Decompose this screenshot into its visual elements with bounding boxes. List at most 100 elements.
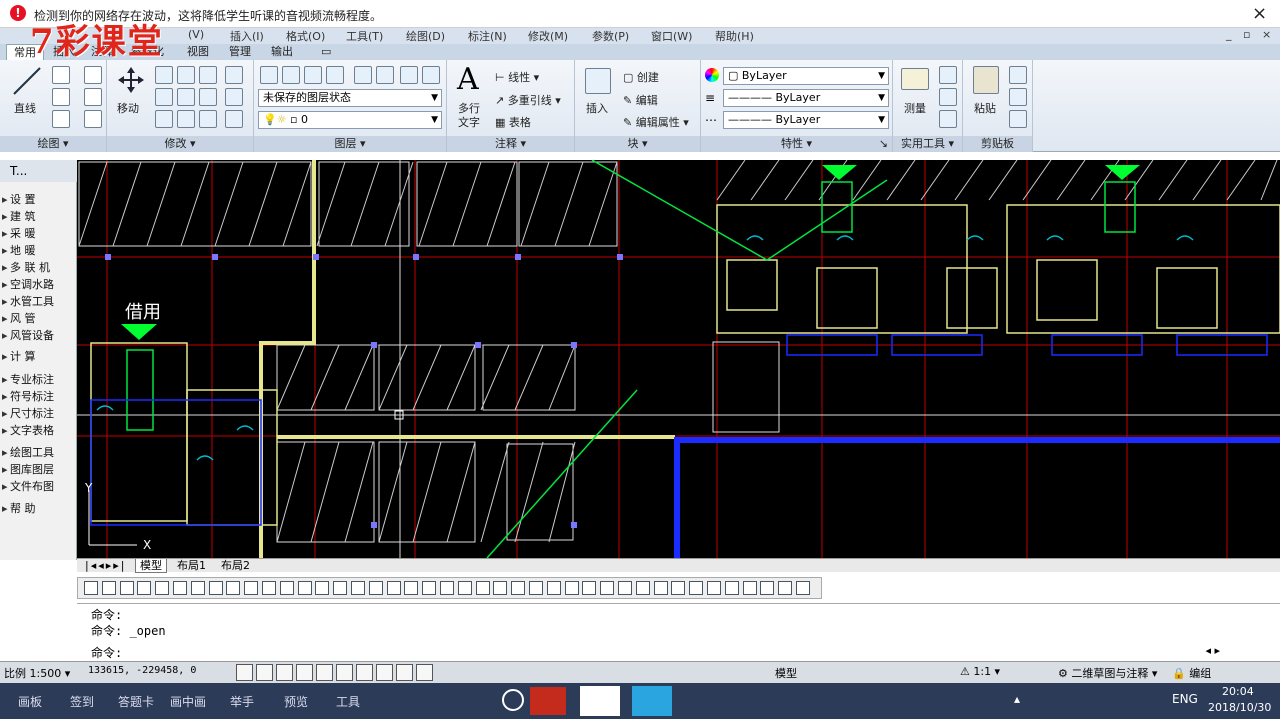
scale-icon[interactable] [177,110,195,128]
palette-item-file-layout[interactable]: 文件布图 [0,478,77,495]
calculator-icon[interactable] [939,110,957,128]
layer-state-icon[interactable] [282,66,300,84]
toolbar-tool-icon[interactable] [422,581,437,595]
lwt-toggle[interactable] [396,664,413,681]
layer-properties-icon[interactable] [260,66,278,84]
tab-manage[interactable]: 管理 [222,44,258,60]
trim-icon[interactable] [199,66,217,84]
input-language[interactable]: ENG [1172,692,1198,706]
model-space-button[interactable]: 模型 [775,665,797,681]
line-tool-icon[interactable] [12,66,42,96]
lineweight-dropdown[interactable]: ———— ByLayer ▼ [723,111,889,129]
menu-parametric[interactable]: 参数(P) [592,28,629,44]
paste-icon[interactable] [973,66,999,94]
palette-item-help[interactable]: 帮 助 [0,500,77,517]
toolbar-tool-icon[interactable] [618,581,632,595]
copy-clip-icon[interactable] [1009,88,1027,106]
dyn-toggle[interactable] [376,664,393,681]
palette-item-ac-water[interactable]: 空调水路 [0,276,77,293]
palette-item-architecture[interactable]: 建 筑 [0,208,77,225]
palette-header[interactable]: T... [0,160,77,182]
toolbar-tool-icon[interactable] [796,581,810,595]
menu-dimension[interactable]: 标注(N) [468,28,507,44]
insert-block-icon[interactable] [585,68,611,94]
toolbar-tool-icon[interactable] [707,581,721,595]
palette-item-heating[interactable]: 采 暖 [0,225,77,242]
toolbar-tool-icon[interactable] [297,581,312,595]
qp-toggle[interactable] [416,664,433,681]
menu-insert[interactable]: 插入(I) [230,28,264,44]
palette-item-pipe-tools[interactable]: 水管工具 [0,293,77,310]
cut-icon[interactable] [1009,66,1027,84]
menu-modify[interactable]: 修改(M) [528,28,568,44]
palette-item-settings[interactable]: 设 置 [0,191,77,208]
layer-off-icon[interactable] [422,66,440,84]
table-button[interactable]: ▦ 表格 [495,114,531,130]
command-scroll-arrows[interactable]: ◂ ▸ [1205,644,1220,657]
scale-dropdown[interactable]: 比例 1:500 ▾ [4,665,70,681]
tab-model[interactable]: 模型 [135,559,167,573]
hatch-icon[interactable] [84,110,102,128]
taskbar-tools[interactable]: 工具 [336,693,360,710]
menu-tools[interactable]: 工具(T) [346,28,383,44]
copy-icon[interactable] [155,66,173,84]
fillet-icon[interactable] [177,88,195,106]
toolbar-tool-icon[interactable] [351,581,365,595]
properties-panel-title[interactable]: 特性 ▾ ↘ [701,136,892,152]
taskbar-raise-hand[interactable]: 举手 [230,693,254,710]
toolbar-tool-icon[interactable] [760,581,775,595]
palette-item-duct[interactable]: 风 管 [0,310,77,327]
tab-minimize-icon[interactable]: ▭ [314,44,338,60]
draw-panel-title[interactable]: 绘图 ▾ [0,136,106,152]
block-panel-title[interactable]: 块 ▾ [575,136,700,152]
layer-state-dropdown[interactable]: 未保存的图层状态 ▼ [258,89,442,107]
drawing-canvas[interactable]: 借用 Y X [77,160,1280,558]
match-properties-icon[interactable] [1009,110,1027,128]
explode-icon[interactable] [225,88,243,106]
toolbar-tool-icon[interactable] [119,581,134,595]
toolbar-tool-icon[interactable] [724,581,739,595]
palette-item-size-dim[interactable]: 尺寸标注 [0,405,77,422]
toolbar-tool-icon[interactable] [262,581,276,595]
utilities-panel-title[interactable]: 实用工具 ▾ [893,136,962,152]
tab-layout2[interactable]: 布局2 [217,559,254,573]
linetype-dropdown[interactable]: ———— ByLayer ▼ [723,89,889,107]
toolbar-tool-icon[interactable] [564,581,579,595]
rectangle-icon[interactable] [84,88,102,106]
toolbar-tool-icon[interactable] [635,581,650,595]
workspace-dropdown[interactable]: ⚙ 二维草图与注释 ▾ [1058,665,1157,681]
wps-app-icon[interactable] [580,686,620,716]
toolbar-tool-icon[interactable] [671,581,686,595]
toolbar-tool-icon[interactable] [778,581,793,595]
mtext-label-2[interactable]: 文字 [458,114,480,130]
toolbar-tool-icon[interactable] [155,581,170,595]
join-icon[interactable] [225,110,243,128]
layer-unisolate-icon[interactable] [376,66,394,84]
ellipse-icon[interactable] [52,110,70,128]
group-toggle[interactable]: 🔒 编组 [1172,665,1211,681]
toolbar-tool-icon[interactable] [689,581,704,595]
toolbar-tool-icon[interactable] [101,581,116,595]
window-controls[interactable]: _ ▫ × [1226,28,1275,41]
toolbar-tool-icon[interactable] [279,581,294,595]
modify-panel-title[interactable]: 修改 ▾ [107,136,253,152]
ortho-toggle[interactable] [276,664,293,681]
edit-attribute-button[interactable]: ✎ 编辑属性 ▾ [623,114,689,130]
toolbar-tool-icon[interactable] [386,581,401,595]
erase-icon[interactable] [225,66,243,84]
autocad-app-icon[interactable] [530,687,566,715]
palette-item-pro-dim[interactable]: 专业标注 [0,371,77,388]
toolbar-tool-icon[interactable] [440,581,454,595]
toolbar-tool-icon[interactable] [315,581,330,595]
palette-item-calculate[interactable]: 计 算 [0,348,77,365]
palette-item-duct-equipment[interactable]: 风管设备 [0,327,77,344]
arc-icon[interactable] [84,66,102,84]
menu-format[interactable]: 格式(O) [286,28,325,44]
video-app-icon[interactable] [632,686,672,716]
toolbar-tool-icon[interactable] [742,581,757,595]
layers-panel-title[interactable]: 图层 ▾ [254,136,446,152]
grid-toggle[interactable] [256,664,273,681]
close-icon[interactable]: × [1252,3,1267,24]
edit-block-button[interactable]: ✎ 编辑 [623,92,658,108]
toolbar-tool-icon[interactable] [208,581,223,595]
